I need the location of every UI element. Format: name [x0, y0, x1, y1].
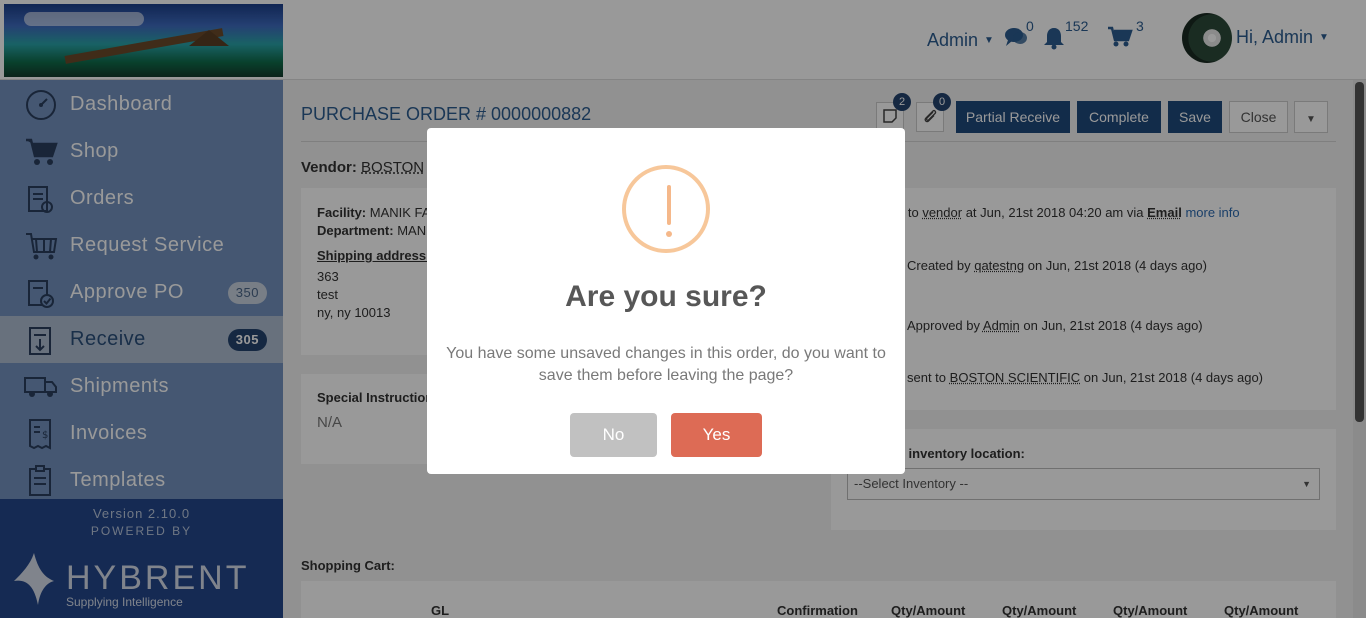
dialog-message: You have some unsaved changes in this or…	[446, 345, 886, 384]
warning-icon	[622, 165, 710, 253]
confirm-dialog: Are you sure? You have some unsaved chan…	[427, 128, 905, 474]
yes-button[interactable]: Yes	[671, 413, 762, 457]
no-button[interactable]: No	[570, 413, 657, 457]
dialog-title: Are you sure?	[565, 280, 767, 313]
